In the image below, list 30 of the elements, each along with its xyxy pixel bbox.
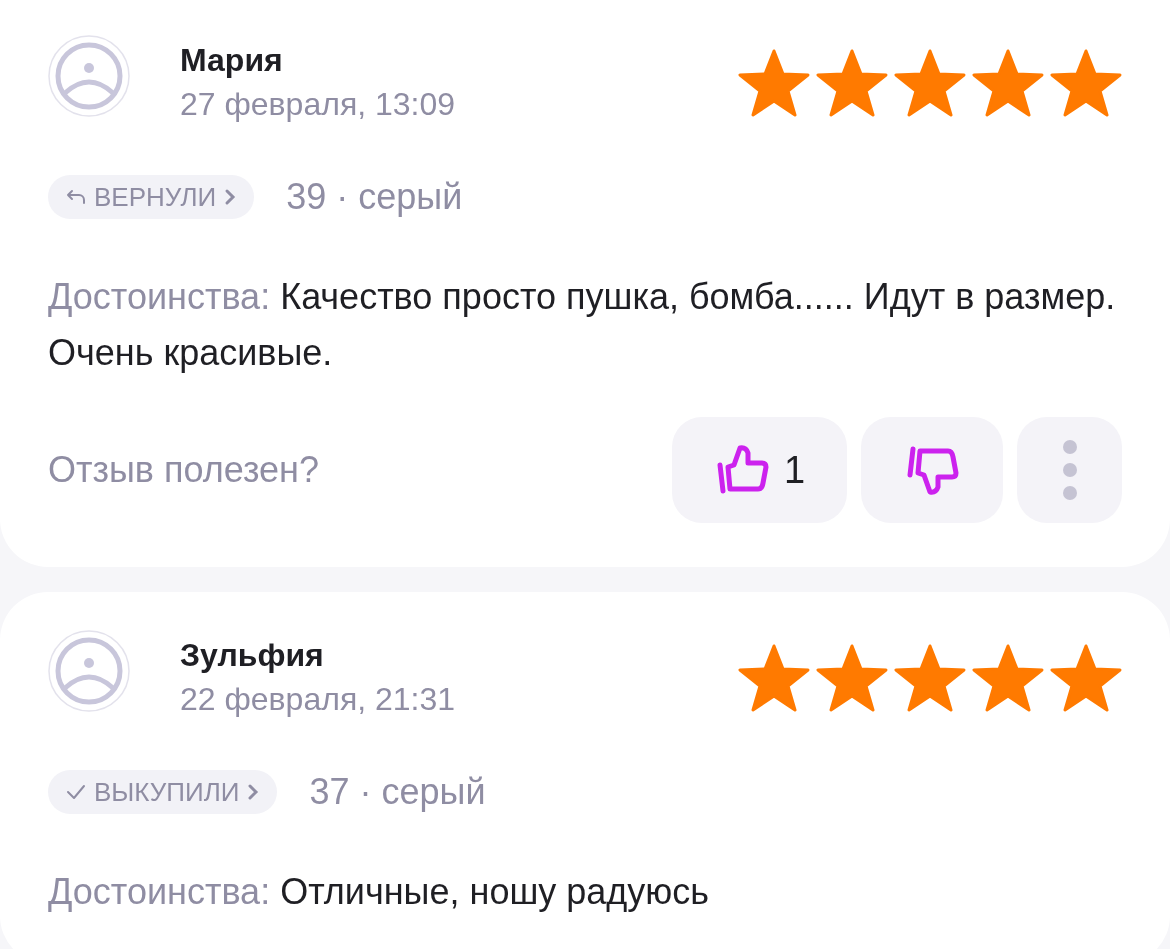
return-arrow-icon — [66, 189, 86, 205]
star-icon — [816, 644, 888, 712]
review-text: Достоинства: Качество просто пушка, бомба...... Идут в размер. Очень красивые. — [48, 275, 1117, 375]
chevron-icon — [224, 188, 237, 206]
helpful-question: Отзыв полезен? — [48, 449, 320, 491]
review-date: 22 февраля, 21:31 — [180, 680, 457, 719]
avatar-icon — [48, 35, 130, 117]
star-icon — [972, 644, 1044, 712]
review-date: 27 февраля, 13:09 — [180, 85, 457, 124]
star-icon — [738, 644, 810, 712]
more-icon — [1061, 439, 1078, 501]
star-icon — [894, 49, 966, 117]
avatar-icon — [48, 630, 130, 712]
star-icon — [1050, 49, 1122, 117]
review-text: Достоинства: Отличные, ношу радуюсь — [48, 870, 711, 914]
reviewer-name: Мария — [180, 41, 284, 80]
size-color-text: 39 · серый — [286, 176, 463, 218]
status-badge[interactable]: ВЕРНУЛИ — [48, 175, 255, 219]
star-icon — [738, 49, 810, 117]
size-color-text: 37 · серый — [309, 771, 486, 813]
reviewer-name: Зульфия — [180, 636, 325, 675]
dislike-button[interactable] — [861, 417, 1003, 523]
star-icon — [894, 644, 966, 712]
star-icon — [816, 49, 888, 117]
star-icon — [972, 49, 1044, 117]
star-icon — [1050, 644, 1122, 712]
status-badge[interactable]: ВЫКУПИЛИ — [48, 770, 278, 814]
check-icon — [66, 784, 86, 800]
like-button[interactable]: 1 — [672, 417, 847, 523]
chevron-icon — [247, 783, 260, 801]
